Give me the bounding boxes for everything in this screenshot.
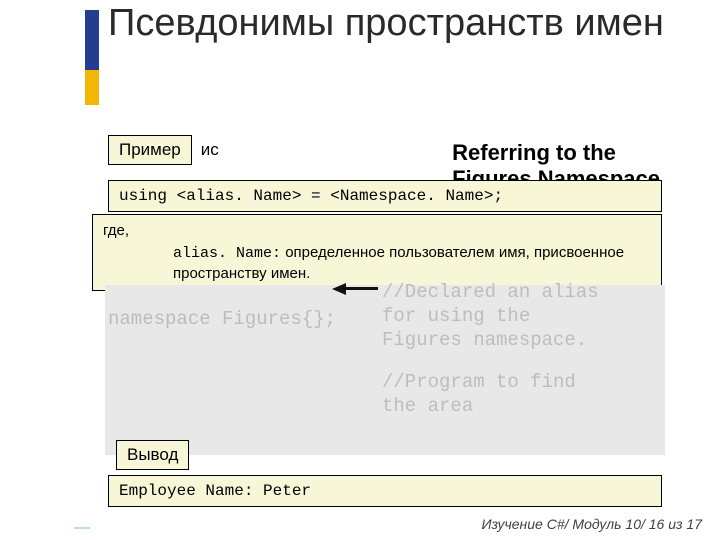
faded-comment-5: the area [382,394,599,418]
desc-alias-term: alias. Name: [173,245,281,262]
faded-comments: //Declared an alias for using the Figure… [382,280,599,418]
output-text: Employee Name: Peter [119,482,311,500]
desc-alias-def-2: пространству имен. [173,265,310,282]
pale-mark [74,527,90,529]
slide-title: Псевдонимы пространств имен [108,2,664,44]
footer-text: Изучение C#/ Модуль 10/ 16 из 17 [481,516,702,532]
desc-where: где, [103,221,651,241]
arrow-left-icon [332,283,378,295]
desc-indent: alias. Name: определенное пользователем … [173,243,651,284]
example-label-text: Пример [119,140,181,159]
faded-namespace-line: namespace Figures{}; [108,308,336,330]
referring-line1: Referring to the [452,140,660,166]
desc-alias-def-1: определенное пользователем имя, присвоен… [285,244,624,261]
faded-comment-1: //Declared an alias [382,280,599,304]
accent-blue [85,10,99,70]
output-label-text: Вывод [127,445,178,464]
syntax-text: using <alias. Name> = <Namespace. Name>; [119,187,503,205]
faded-comment-4: //Program to find [382,370,599,394]
example-label: Пример ис [108,135,192,165]
faded-comment-3: Figures namespace. [382,328,599,352]
output-label: Вывод [116,440,189,470]
example-label-suffix: ис [201,140,219,160]
accent-yellow [85,70,99,105]
accent-stripe [85,10,99,105]
syntax-box: using <alias. Name> = <Namespace. Name>; [108,180,662,212]
output-box: Employee Name: Peter [108,475,662,507]
faded-spacer [382,352,599,370]
slide: Псевдонимы пространств имен Пример ис Re… [0,0,720,540]
faded-comment-2: for using the [382,304,599,328]
